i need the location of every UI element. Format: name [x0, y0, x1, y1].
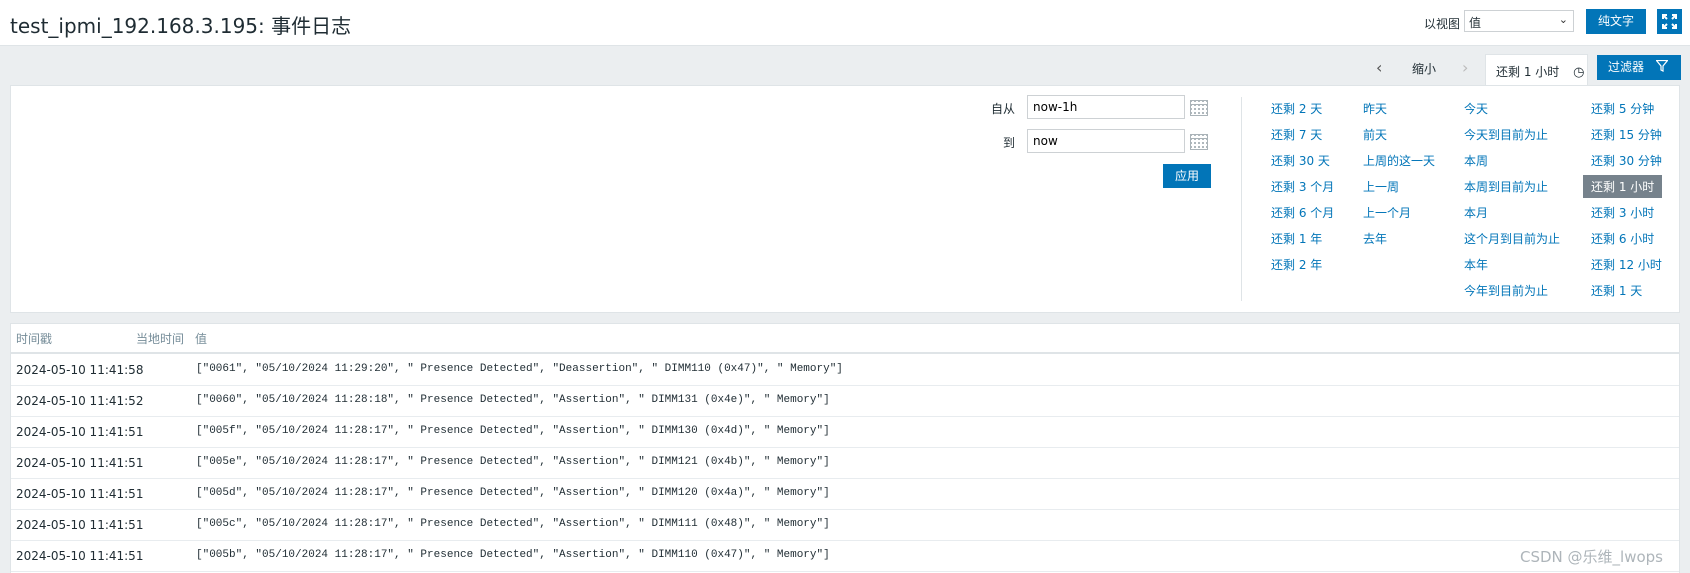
table-row: 2024-05-10 11:41:51 ["005f", "05/10/2024 … — [11, 416, 1679, 448]
view-as-select-value: 值 — [1469, 16, 1482, 30]
value-cell: ["005e", "05/10/2024 11:28:17", " Presen… — [196, 456, 830, 468]
table-row: 2024-05-10 11:41:51 ["005b", "05/10/2024 … — [11, 540, 1679, 572]
page-title: test_ipmi_192.168.3.195: 事件日志 — [10, 14, 352, 38]
zoom-out-button[interactable]: 缩小 — [1412, 60, 1436, 77]
quick-range-link[interactable]: 还剩 2 天 — [1271, 100, 1322, 117]
quick-range-link[interactable]: 昨天 — [1363, 100, 1387, 117]
quick-range-link[interactable]: 本年 — [1464, 256, 1488, 273]
from-label: 自从 — [991, 102, 1016, 116]
calendar-icon[interactable] — [1190, 100, 1208, 116]
quick-range-link[interactable]: 还剩 3 个月 — [1271, 178, 1334, 195]
quick-range-link[interactable]: 本周 — [1464, 152, 1488, 169]
apply-button[interactable]: 应用 — [1163, 164, 1211, 188]
value-cell: ["0061", "05/10/2024 11:29:20", " Presen… — [196, 363, 843, 375]
timestamp-cell: 2024-05-10 11:41:58 — [16, 363, 144, 377]
plain-text-button[interactable]: 纯文字 — [1586, 9, 1646, 34]
to-label: 到 — [1003, 136, 1016, 150]
value-cell: ["0060", "05/10/2024 11:28:18", " Presen… — [196, 394, 830, 406]
table-row: 2024-05-10 11:41:51 ["005e", "05/10/2024 … — [11, 447, 1679, 479]
to-input[interactable] — [1027, 129, 1185, 153]
watermark: CSDN @乐维_lwops — [1520, 548, 1663, 566]
filter-button-label: 过滤器 — [1608, 60, 1645, 74]
quick-range-link[interactable]: 还剩 15 分钟 — [1591, 126, 1662, 143]
column-header-timestamp[interactable]: 时间戳 — [16, 330, 52, 347]
quick-range-link[interactable]: 上一个月 — [1363, 204, 1411, 221]
filter-button[interactable]: 过滤器 — [1597, 55, 1681, 80]
tab-time-range[interactable]: 还剩 1 小时 ◷ — [1485, 54, 1588, 85]
view-as-select[interactable]: 值 ⌄ — [1464, 10, 1574, 32]
chevron-left-icon[interactable]: ‹ — [1376, 58, 1382, 77]
quick-range-link[interactable]: 还剩 6 小时 — [1591, 230, 1654, 247]
quick-range-link[interactable]: 还剩 30 天 — [1271, 152, 1330, 169]
quick-range-link[interactable]: 前天 — [1363, 126, 1387, 143]
table-row: 2024-05-10 11:41:51 ["005c", "05/10/2024 … — [11, 509, 1679, 541]
chevron-down-icon: ⌄ — [1558, 13, 1568, 26]
clock-icon: ◷ — [1573, 65, 1585, 80]
page-header: test_ipmi_192.168.3.195: 事件日志 以视图 值 ⌄ 纯文… — [0, 0, 1690, 46]
funnel-icon — [1655, 59, 1669, 72]
quick-range-link[interactable]: 今年到目前为止 — [1464, 282, 1548, 299]
fullscreen-icon[interactable] — [1657, 9, 1682, 34]
time-filter-panel — [10, 85, 1680, 313]
table-row: 2024-05-10 11:41:51 ["005d", "05/10/2024 … — [11, 478, 1679, 510]
column-header-value[interactable]: 值 — [195, 330, 207, 347]
column-header-local-time[interactable]: 当地时间 — [136, 330, 184, 347]
divider — [1241, 97, 1242, 301]
table-row: 2024-05-10 11:41:58 ["0061", "05/10/2024 … — [11, 354, 1679, 386]
timestamp-cell: 2024-05-10 11:41:51 — [16, 549, 144, 563]
value-cell: ["005b", "05/10/2024 11:28:17", " Presen… — [196, 549, 830, 561]
quick-range-link[interactable]: 上周的这一天 — [1363, 152, 1435, 169]
quick-range-link[interactable]: 还剩 1 小时 — [1583, 175, 1663, 198]
value-cell: ["005c", "05/10/2024 11:28:17", " Presen… — [196, 518, 830, 530]
timestamp-cell: 2024-05-10 11:41:51 — [16, 487, 144, 501]
quick-range-link[interactable]: 还剩 30 分钟 — [1591, 152, 1662, 169]
table-row: 2024-05-10 11:41:52 ["0060", "05/10/2024 … — [11, 385, 1679, 417]
quick-range-link[interactable]: 今天到目前为止 — [1464, 126, 1548, 143]
timestamp-cell: 2024-05-10 11:41:52 — [16, 394, 144, 408]
from-input[interactable] — [1027, 95, 1185, 119]
value-cell: ["005d", "05/10/2024 11:28:17", " Presen… — [196, 487, 830, 499]
quick-range-link[interactable]: 还剩 3 小时 — [1591, 204, 1654, 221]
value-cell: ["005f", "05/10/2024 11:28:17", " Presen… — [196, 425, 830, 437]
quick-range-link[interactable]: 本月 — [1464, 204, 1488, 221]
quick-range-link[interactable]: 还剩 2 年 — [1271, 256, 1322, 273]
quick-range-link[interactable]: 还剩 5 分钟 — [1591, 100, 1654, 117]
timestamp-cell: 2024-05-10 11:41:51 — [16, 425, 144, 439]
quick-range-link[interactable]: 今天 — [1464, 100, 1488, 117]
quick-range-link[interactable]: 去年 — [1363, 230, 1387, 247]
quick-range-link[interactable]: 还剩 6 个月 — [1271, 204, 1334, 221]
quick-range-link[interactable]: 还剩 1 天 — [1591, 282, 1642, 299]
timestamp-cell: 2024-05-10 11:41:51 — [16, 456, 144, 470]
quick-range-link[interactable]: 还剩 7 天 — [1271, 126, 1322, 143]
quick-range-link[interactable]: 这个月到目前为止 — [1464, 230, 1560, 247]
view-as-label: 以视图 — [1424, 17, 1461, 31]
time-tab-label: 还剩 1 小时 — [1496, 65, 1560, 79]
quick-range-link[interactable]: 本周到目前为止 — [1464, 178, 1548, 195]
quick-range-link[interactable]: 上一周 — [1363, 178, 1399, 195]
timestamp-cell: 2024-05-10 11:41:51 — [16, 518, 144, 532]
calendar-icon[interactable] — [1190, 134, 1208, 150]
quick-range-link[interactable]: 还剩 1 年 — [1271, 230, 1322, 247]
chevron-right-icon[interactable]: › — [1462, 58, 1468, 77]
quick-range-link[interactable]: 还剩 12 小时 — [1591, 256, 1662, 273]
